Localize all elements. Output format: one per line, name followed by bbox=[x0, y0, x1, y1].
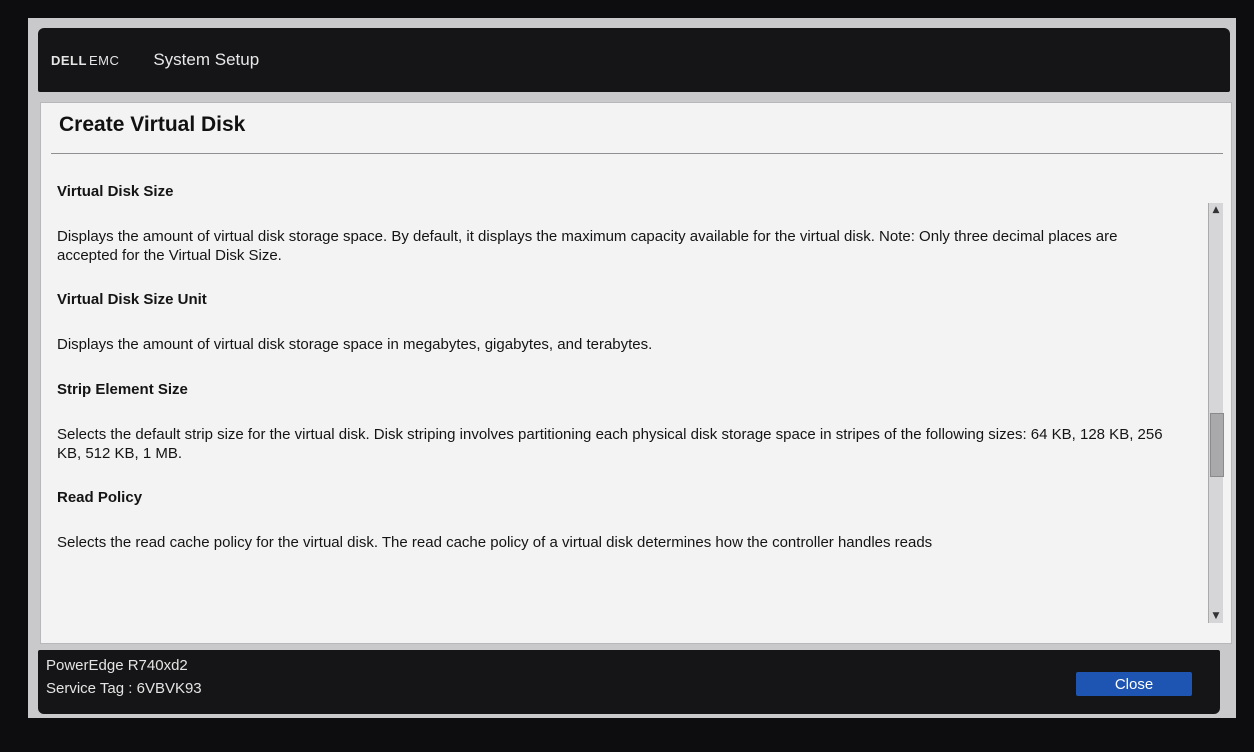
scrollbar-thumb[interactable] bbox=[1210, 413, 1224, 477]
arrow-down-icon[interactable]: ▼ bbox=[1209, 609, 1223, 623]
logo-emc-text: EMC bbox=[88, 52, 120, 68]
section-heading-virtual-disk-size: Virtual Disk Size bbox=[57, 183, 174, 200]
top-bar: DELL EMC System Setup bbox=[38, 28, 1230, 92]
section-body-strip-element-size: Selects the default strip size for the v… bbox=[57, 426, 1163, 462]
section-body-virtual-disk-size-unit: Displays the amount of virtual disk stor… bbox=[57, 336, 653, 353]
section-body-read-policy: Selects the read cache policy for the vi… bbox=[57, 534, 933, 551]
app-title: System Setup bbox=[153, 50, 260, 69]
vertical-scrollbar[interactable]: ▲ ▼ bbox=[1208, 203, 1224, 623]
section-heading-read-policy: Read Policy bbox=[57, 489, 143, 506]
section-heading-strip-element-size: Strip Element Size bbox=[57, 381, 188, 398]
title-divider bbox=[51, 153, 1223, 154]
arrow-up-icon[interactable]: ▲ bbox=[1209, 203, 1223, 217]
section-body-virtual-disk-size: Displays the amount of virtual disk stor… bbox=[57, 228, 1118, 264]
help-panel: Create Virtual Disk Virtual Disk Size Di… bbox=[40, 102, 1232, 644]
footer-bar: PowerEdge R740xd2 Service Tag : 6VBVK93 … bbox=[38, 650, 1220, 714]
dell-emc-logo: DELL EMC bbox=[51, 53, 119, 68]
screen: DELL EMC System Setup Create Virtual Disk… bbox=[28, 18, 1236, 718]
service-tag: Service Tag : 6VBVK93 bbox=[46, 680, 202, 697]
help-content: Virtual Disk Size Displays the amount of… bbox=[41, 163, 1201, 638]
system-model: PowerEdge R740xd2 bbox=[46, 657, 188, 674]
page-title: Create Virtual Disk bbox=[59, 113, 246, 136]
close-button[interactable]: Close bbox=[1076, 672, 1192, 696]
logo-dell-text: DELL bbox=[51, 52, 87, 68]
section-heading-virtual-disk-size-unit: Virtual Disk Size Unit bbox=[57, 291, 207, 308]
